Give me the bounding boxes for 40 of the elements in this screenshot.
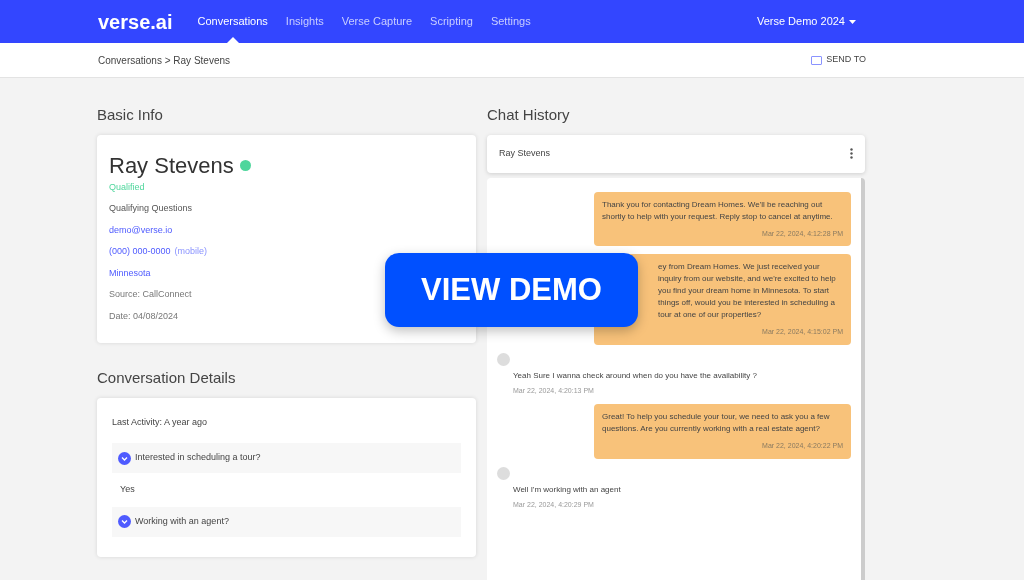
message-text: Great! To help you schedule your tour, we need to ask you a few questions. Are you currently working with a real estate agent? xyxy=(602,411,831,435)
info-label: Qualifying Questions xyxy=(109,202,193,215)
message-text: Well I'm working with an agent xyxy=(512,483,622,496)
nav-link[interactable]: Verse Capture xyxy=(332,0,422,43)
section-heading: Basic Info xyxy=(97,105,164,125)
message-text: ey from Dream Homes. We just received your inquiry from our website, and we're excited to help you find your dream home in Minnesota. To start things off, would you be interested in scheduling a tour at one of our properties? xyxy=(658,261,837,321)
email-link[interactable]: demo@verse.io xyxy=(109,223,173,237)
phone-link[interactable]: (000) 000-0000 xyxy=(109,245,171,259)
contact-name: Ray Stevens xyxy=(109,151,234,180)
nav-link[interactable]: Settings xyxy=(481,0,540,43)
avatar-icon xyxy=(497,466,510,480)
avatar-icon xyxy=(497,352,510,366)
envelope-icon xyxy=(811,55,823,65)
account-menu[interactable]: Verse Demo 2024 xyxy=(756,13,856,30)
answer-text: Yes xyxy=(119,483,136,496)
last-activity: Last Activity: A year ago xyxy=(112,415,209,429)
location-link[interactable]: Minnesota xyxy=(109,266,151,280)
question-row[interactable]: Interested in scheduling a tour? xyxy=(112,443,461,473)
view-demo-button[interactable]: VIEW DEMO xyxy=(385,253,638,327)
question-row[interactable]: Working with an agent? xyxy=(112,506,461,537)
source-text: Source: CallConnect xyxy=(109,288,192,301)
send-to-button[interactable]: SEND TO xyxy=(811,53,866,67)
message-text: Yeah Sure I wanna check around when do you have the availability ? xyxy=(512,369,757,382)
phone-type: (mobile) xyxy=(174,245,208,258)
chevron-down-icon xyxy=(118,451,131,465)
nav-link[interactable]: Scripting xyxy=(421,0,482,43)
message-text: Thank you for contacting Dream Homes. We'll be reaching out shortly to help with your request. Reply stop to cancel at anytime. xyxy=(602,198,834,223)
breadcrumb[interactable]: Conversations > Ray Stevens xyxy=(98,52,230,68)
more-options-icon[interactable] xyxy=(850,148,853,159)
question-text: Working with an agent? xyxy=(135,514,229,528)
section-heading: Conversation Details xyxy=(97,368,237,388)
caret-icon xyxy=(849,19,856,24)
status-label: Qualified xyxy=(109,180,145,194)
chevron-down-icon xyxy=(118,515,131,528)
section-heading: Chat History xyxy=(487,105,571,125)
logo[interactable]: verse.ai xyxy=(98,6,173,37)
nav-link[interactable]: Insights xyxy=(276,0,333,43)
chat-contact-name: Ray Stevens xyxy=(499,146,551,160)
date-text: Date: 04/08/2024 xyxy=(109,309,179,323)
question-text: Interested in scheduling a tour? xyxy=(135,451,261,465)
